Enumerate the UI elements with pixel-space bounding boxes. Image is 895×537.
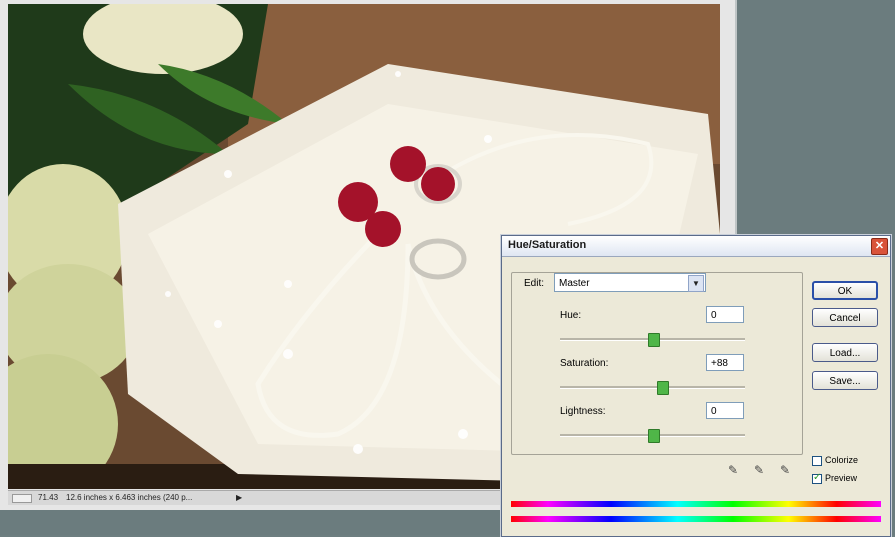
saturation-label: Saturation: <box>560 358 609 369</box>
hue-label: Hue: <box>560 310 582 321</box>
close-icon[interactable]: ✕ <box>871 238 888 255</box>
save-button[interactable]: Save... <box>812 371 878 390</box>
preview-checkbox[interactable] <box>812 472 822 484</box>
edit-dropdown[interactable]: Master ▼ <box>554 273 706 292</box>
saturation-slider-thumb[interactable] <box>657 381 669 395</box>
colorize-checkbox[interactable] <box>812 456 822 466</box>
load-button[interactable]: Load... <box>812 343 878 362</box>
edit-label: Edit: <box>524 278 545 289</box>
saturation-input[interactable]: +88 <box>706 354 744 371</box>
lightness-input[interactable]: 0 <box>706 402 744 419</box>
cancel-button[interactable]: Cancel <box>812 308 878 327</box>
status-menu-arrow-icon[interactable]: ▶ <box>236 491 242 505</box>
dialog-title: Hue/Saturation <box>508 239 587 251</box>
output-hue-spectrum-bar <box>511 516 881 522</box>
hue-saturation-dialog: Hue/Saturation ✕ Edit: Master ▼ Hue: 0 S… <box>501 235 891 537</box>
edit-dropdown-value: Master <box>559 278 590 289</box>
saturation-slider-track[interactable] <box>560 386 745 389</box>
eyedropper-minus-icon[interactable]: ✎ <box>780 463 792 477</box>
hue-slider-thumb[interactable] <box>648 333 660 347</box>
scrollbar-handle[interactable] <box>12 494 32 503</box>
eyedropper-plus-icon[interactable]: ✎ <box>754 463 766 477</box>
preview-label: Preview <box>825 473 858 483</box>
dropdown-arrow-icon[interactable]: ▼ <box>688 275 704 292</box>
ok-button[interactable]: OK <box>812 281 878 300</box>
dialog-titlebar[interactable]: Hue/Saturation ✕ <box>502 236 890 257</box>
lightness-slider-thumb[interactable] <box>648 429 660 443</box>
lightness-label: Lightness: <box>560 406 606 417</box>
eyedropper-icon[interactable]: ✎ <box>728 463 740 477</box>
adjustment-panel <box>511 272 803 455</box>
hue-input[interactable]: 0 <box>706 306 744 323</box>
document-info: 12.6 inches x 6.463 inches (240 p... <box>66 493 193 502</box>
photoshop-workspace: 71.43 12.6 inches x 6.463 inches (240 p.… <box>0 0 895 537</box>
zoom-level[interactable]: 71.43 <box>38 491 58 505</box>
input-hue-spectrum-bar <box>511 501 881 507</box>
colorize-label: Colorize <box>825 455 859 465</box>
